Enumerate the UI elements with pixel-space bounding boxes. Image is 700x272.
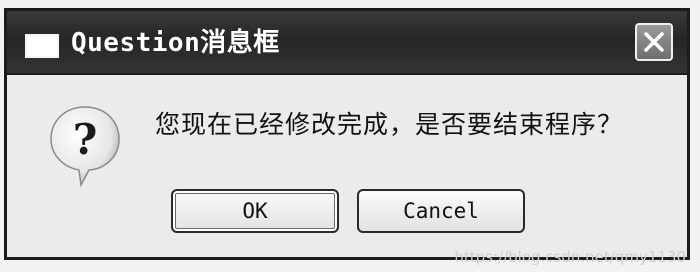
window-icon [25, 34, 59, 58]
close-button[interactable] [635, 23, 673, 61]
screenshot-page: Question消息框 ? 您现在已经修改完成，是否要结束程序？ OK Canc… [0, 0, 700, 272]
watermark-text: https://blog.csdn.net/qmy1130 [454, 248, 686, 266]
ok-button[interactable]: OK [171, 189, 339, 233]
close-icon [644, 32, 664, 52]
title-bar[interactable]: Question消息框 [7, 11, 687, 75]
question-icon: ? [50, 106, 120, 188]
dialog-body: ? 您现在已经修改完成，是否要结束程序？ OK Cancel [7, 75, 687, 257]
dialog-message: 您现在已经修改完成，是否要结束程序？ [155, 110, 624, 139]
window-title: Question消息框 [71, 28, 280, 58]
question-glyph: ? [73, 115, 98, 164]
question-dialog: Question消息框 ? 您现在已经修改完成，是否要结束程序？ OK Canc… [4, 8, 690, 260]
cancel-button[interactable]: Cancel [357, 189, 525, 233]
